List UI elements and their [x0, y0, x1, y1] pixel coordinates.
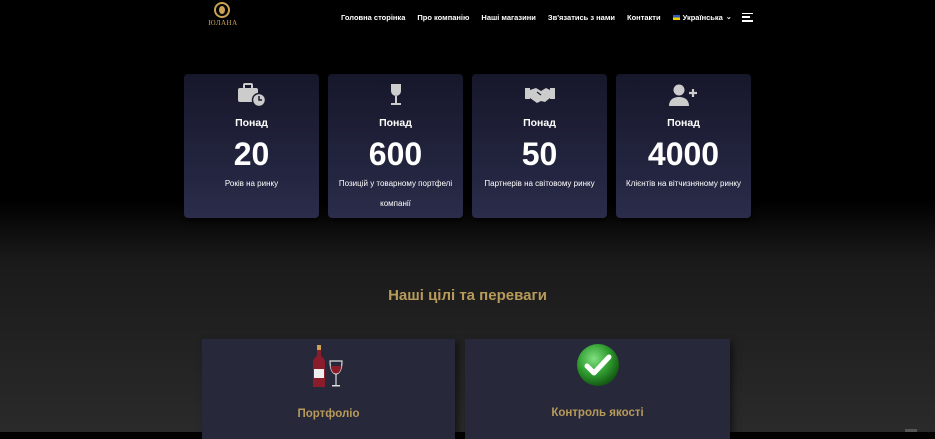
stats-section: Понад 20 Років на ринку Понад 600 Позиці…: [184, 74, 751, 218]
stat-prefix: Понад: [523, 117, 556, 129]
stat-prefix: Понад: [379, 117, 412, 129]
stat-description: Партнерів на світовому ринку: [484, 179, 595, 188]
chevron-down-icon: ⌄: [725, 14, 732, 21]
stat-card: Понад 600 Позицій у товарному портфелі к…: [328, 74, 463, 218]
menu-icon[interactable]: [741, 12, 753, 22]
stat-description: Клієнтів на вітчизняному ринку: [626, 179, 741, 188]
handshake-icon: [472, 82, 607, 108]
goal-card-quality[interactable]: Контроль якості: [465, 339, 730, 439]
stat-prefix: Понад: [235, 117, 268, 129]
stat-card: Понад 20 Років на ринку: [184, 74, 319, 218]
stat-number: 4000: [647, 136, 720, 172]
nav-about[interactable]: Про компанію: [417, 13, 469, 22]
ukraine-flag-icon: [672, 14, 680, 20]
stat-description: Позицій у товарному портфелі компанії: [338, 179, 453, 208]
green-check-icon: [465, 343, 730, 387]
stat-description: Років на ринку: [224, 179, 279, 188]
language-selector[interactable]: Українська ⌄: [672, 12, 732, 22]
goal-card-title: Контроль якості: [551, 407, 644, 419]
stat-number: 50: [521, 136, 558, 172]
goal-card-title: Портфоліо: [297, 408, 360, 420]
wine-glass-icon: [328, 82, 463, 108]
briefcase-clock-icon: [184, 82, 319, 108]
stat-number: 600: [368, 136, 423, 172]
goals-cards: Портфоліо Контроль якості: [202, 339, 730, 439]
language-label: Українська: [682, 12, 723, 22]
goal-card-portfolio[interactable]: Портфоліо: [202, 339, 455, 439]
logo-wordmark: ЮЛАНА: [208, 19, 238, 27]
nav-stores[interactable]: Наші магазини: [481, 13, 536, 22]
goals-title: Наші цілі та переваги: [388, 287, 547, 304]
logo-mark: [214, 2, 230, 18]
stat-number: 20: [233, 136, 270, 172]
wine-bottle-glass-icon: [202, 343, 455, 391]
logo[interactable]: ЮЛАНА: [205, 2, 241, 28]
stat-card: Понад 4000 Клієнтів на вітчизняному ринк…: [616, 74, 751, 218]
stat-prefix: Понад: [667, 117, 700, 129]
main-nav: Головна сторінка Про компанію Наші магаз…: [341, 11, 753, 23]
stat-card: Понад 50 Партнерів на світовому ринку: [472, 74, 607, 218]
nav-contact-us[interactable]: Зв'язатись з нами: [548, 13, 615, 22]
add-user-icon: [616, 82, 751, 108]
nav-home[interactable]: Головна сторінка: [341, 13, 405, 22]
nav-contacts[interactable]: Контакти: [627, 13, 661, 22]
